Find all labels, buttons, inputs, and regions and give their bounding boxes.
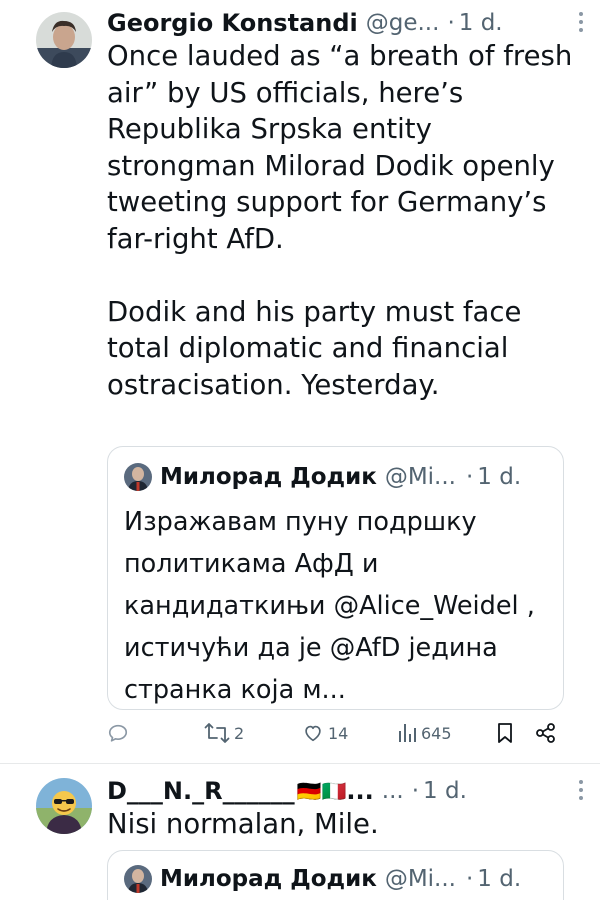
- share-button[interactable]: [535, 722, 557, 744]
- author-name[interactable]: Georgio Konstandi: [107, 9, 358, 37]
- author-name-ellipsis: ...: [346, 777, 374, 805]
- tweet-header: D___N._R______ 🇩🇪🇮🇹 ... ... · 1 d.: [107, 774, 582, 808]
- bookmark-button[interactable]: [495, 722, 515, 744]
- views-button[interactable]: 645: [397, 722, 452, 744]
- avatar-image: [36, 778, 92, 834]
- quoted-author-handle: @Mi...: [384, 464, 456, 490]
- author-handle[interactable]: ...: [382, 778, 404, 804]
- author-handle[interactable]: @ge...: [366, 10, 440, 36]
- reply-button[interactable]: [107, 722, 129, 744]
- quoted-avatar: [124, 865, 152, 893]
- author-name-flags: 🇩🇪🇮🇹: [296, 779, 347, 803]
- share-icon: [536, 723, 555, 743]
- avatar[interactable]: [36, 12, 92, 68]
- more-options-icon[interactable]: [576, 12, 586, 32]
- heart-icon: [305, 725, 321, 742]
- separator-dot: ·: [465, 464, 474, 490]
- quoted-avatar: [124, 463, 152, 491]
- tweet[interactable]: D___N._R______ 🇩🇪🇮🇹 ... ... · 1 d. Nisi …: [0, 764, 600, 900]
- timestamp[interactable]: 1 d.: [459, 10, 503, 36]
- quoted-author-name: Милорад Додик: [160, 464, 377, 490]
- retweet-count: 2: [234, 723, 245, 743]
- quoted-tweet-header: Милорад Додик @Mi... · 1 d.: [124, 461, 551, 493]
- tweet-text: Nisi normalan, Mile.: [107, 808, 379, 840]
- separator-dot: ·: [411, 778, 420, 804]
- more-options-icon[interactable]: [576, 780, 586, 800]
- tweet-paragraph: Dodik and his party must face total dipl…: [107, 295, 522, 401]
- views-icon: [399, 724, 416, 742]
- views-count: 645: [421, 723, 452, 743]
- quoted-timestamp: 1 d.: [477, 866, 522, 892]
- quoted-tweet[interactable]: Милорад Додик @Mi... · 1 d.: [107, 850, 564, 900]
- tweet-header: Georgio Konstandi @ge... · 1 d.: [107, 6, 582, 40]
- retweet-icon: [204, 723, 230, 743]
- bookmark-icon: [498, 723, 512, 743]
- tweet[interactable]: Georgio Konstandi @ge... · 1 d. Once lau…: [0, 0, 600, 762]
- quoted-author-name: Милорад Додик: [160, 866, 377, 892]
- avatar-image: [36, 12, 92, 68]
- retweet-button[interactable]: 2: [204, 722, 244, 744]
- separator-dot: ·: [465, 866, 474, 892]
- reply-icon: [108, 724, 128, 742]
- quoted-tweet-text: Изражавам пуну подршку политикама АфД и …: [124, 507, 535, 705]
- quoted-timestamp: 1 d.: [477, 464, 522, 490]
- quoted-author-handle: @Mi...: [384, 866, 456, 892]
- quoted-tweet-header: Милорад Додик @Mi... · 1 d.: [124, 863, 551, 895]
- quoted-tweet[interactable]: Милорад Додик @Mi... · 1 d. Изражавам пу…: [107, 446, 564, 710]
- timestamp[interactable]: 1 d.: [423, 778, 467, 804]
- tweet-text: Once lauded as “a breath of fresh air” b…: [107, 38, 577, 403]
- like-button[interactable]: 14: [302, 722, 348, 744]
- tweet-paragraph: Once lauded as “a breath of fresh air” b…: [107, 40, 573, 255]
- author-name[interactable]: D___N._R______: [107, 777, 295, 805]
- like-count: 14: [328, 723, 349, 743]
- tweet-actions: 2 14 645: [107, 722, 562, 752]
- separator-dot: ·: [447, 10, 455, 36]
- avatar[interactable]: [36, 778, 92, 834]
